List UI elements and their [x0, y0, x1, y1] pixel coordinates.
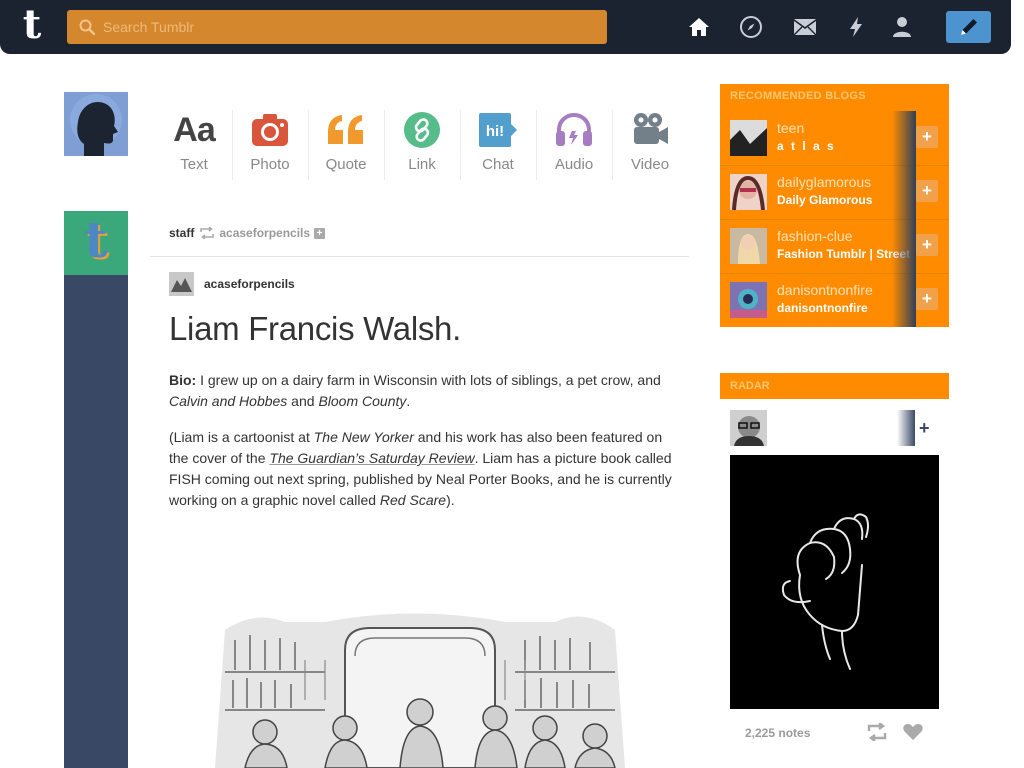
author-avatar[interactable] — [169, 272, 194, 296]
recommended-blogs-title: RECOMMENDED BLOGS — [730, 90, 866, 102]
chat-icon: hi! — [478, 110, 518, 150]
source-blog-name[interactable]: acaseforpencils — [219, 226, 310, 240]
activity-icon[interactable] — [844, 15, 868, 39]
video-camera-icon — [631, 110, 669, 150]
search-box[interactable] — [67, 10, 607, 44]
staff-blog-avatar[interactable]: t — [64, 211, 128, 275]
post-body-paragraph: (Liam is a cartoonist at The New Yorker … — [169, 429, 672, 508]
home-icon[interactable] — [687, 15, 711, 39]
post-type-audio-button[interactable]: Audio — [536, 110, 612, 180]
reblogger-name[interactable]: staff — [169, 226, 194, 240]
account-icon[interactable] — [890, 15, 914, 39]
explore-icon[interactable] — [739, 15, 763, 39]
radar-post-image[interactable] — [730, 455, 939, 709]
post-title: Liam Francis Walsh. — [169, 310, 461, 347]
user-avatar[interactable] — [64, 92, 128, 156]
radar-header: RADAR — [720, 373, 949, 399]
compose-button[interactable] — [946, 11, 991, 43]
post-type-video-button[interactable]: Video — [612, 110, 688, 180]
quote-icon — [326, 110, 366, 150]
cartoon-illustration[interactable] — [195, 600, 635, 768]
follow-button[interactable]: + — [916, 180, 938, 202]
post-type-link-button[interactable]: Link — [384, 110, 460, 180]
like-button[interactable] — [903, 723, 923, 746]
post-divider — [150, 256, 689, 257]
notes-count[interactable]: 2,225 notes — [745, 726, 810, 740]
post-type-bar: Aa Text Photo Quote Link hi! Chat Audio — [156, 110, 688, 180]
recommended-blog-item[interactable]: dailyglamorous Daily Glamorous + — [720, 165, 949, 219]
post-type-chat-button[interactable]: hi! Chat — [460, 110, 536, 180]
recommended-blog-item[interactable]: teen a t l a s + — [720, 111, 949, 165]
recommended-blogs-panel: RECOMMENDED BLOGS teen a t l a s + daily… — [720, 84, 949, 327]
link-icon — [403, 110, 441, 150]
guardian-link[interactable]: The Guardian’s Saturday Review — [269, 450, 474, 466]
headphones-icon — [555, 110, 593, 150]
blog-avatar — [730, 174, 767, 211]
svg-text:hi!: hi! — [486, 123, 504, 140]
text-icon: Aa — [173, 110, 215, 149]
post-type-quote-button[interactable]: Quote — [308, 110, 384, 180]
post-rail — [64, 275, 128, 768]
post-type-text-button[interactable]: Aa Text — [156, 110, 232, 180]
reblog-button[interactable] — [866, 722, 888, 746]
heart-icon — [903, 724, 923, 740]
follow-button[interactable]: + — [916, 126, 938, 148]
radar-title: RADAR — [730, 380, 770, 392]
post-type-photo-button[interactable]: Photo — [232, 110, 308, 180]
reblog-icon — [867, 722, 887, 742]
pencil-icon — [960, 19, 977, 35]
search-input[interactable] — [103, 19, 583, 35]
blog-avatar — [730, 228, 767, 264]
follow-button[interactable]: + — [916, 288, 938, 310]
tumblr-logo[interactable]: t — [0, 0, 64, 54]
blog-avatar — [730, 120, 767, 156]
follow-button[interactable]: + — [916, 234, 938, 256]
recommended-blog-item[interactable]: danisontnonfire danisontnonfire + — [720, 273, 949, 327]
follow-source-button[interactable]: + — [314, 227, 326, 239]
radar-blog-avatar[interactable] — [730, 410, 767, 446]
inbox-icon[interactable] — [793, 15, 817, 39]
author-name[interactable]: acaseforpencils — [204, 277, 295, 291]
top-navigation-bar: t — [0, 0, 1011, 54]
post-bio-paragraph: Bio: I grew up on a dairy farm in Wiscon… — [169, 372, 661, 409]
blog-avatar — [730, 282, 767, 318]
radar-follow-button[interactable]: + — [919, 418, 930, 439]
camera-icon — [251, 110, 289, 150]
recommended-blog-item[interactable]: fashion-clue Fashion Tumblr | Street + — [720, 219, 949, 273]
search-icon — [79, 19, 95, 35]
post-reblog-info: staff acaseforpencils + — [169, 226, 326, 240]
reblog-icon — [200, 227, 215, 239]
post-author-row: acaseforpencils — [169, 272, 295, 296]
